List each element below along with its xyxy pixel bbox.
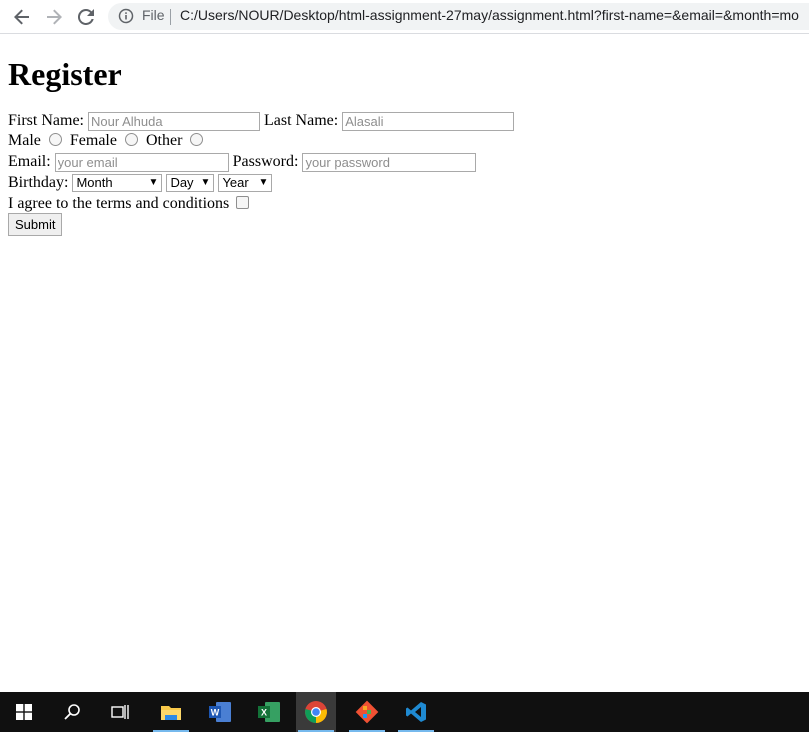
birthday-row: Birthday: Month ▼ Day ▼ Year ▼ (8, 173, 798, 193)
page-title: Register (8, 56, 122, 92)
address-separator (170, 9, 171, 25)
url-text[interactable]: C:/Users/NOUR/Desktop/html-assignment-27… (180, 7, 799, 23)
start-button[interactable] (4, 692, 44, 732)
scheme-label: File (142, 7, 165, 23)
first-name-input[interactable] (88, 111, 260, 131)
terms-row: I agree to the terms and conditions (8, 194, 798, 214)
address-bar[interactable]: File C:/Users/NOUR/Desktop/html-assignme… (108, 3, 809, 30)
back-button[interactable] (11, 6, 33, 28)
back-arrow-icon (14, 9, 29, 25)
windows-start-icon (16, 704, 32, 720)
day-dropdown-arrow-icon: ▼ (200, 177, 211, 188)
git-icon (355, 700, 379, 724)
task-view-icon (111, 705, 129, 719)
credentials-row: Email: Password: (8, 152, 798, 172)
terms-label: I agree to the terms and conditions (8, 195, 230, 212)
month-dropdown-arrow-icon: ▼ (148, 177, 159, 188)
month-select-value: Month (76, 175, 113, 190)
svg-text:W: W (211, 708, 220, 718)
forward-button[interactable] (43, 6, 65, 28)
email-label: Email: (8, 153, 51, 170)
gender-male-label: Male (8, 132, 41, 149)
search-icon (64, 704, 80, 720)
gender-other-label: Other (145, 132, 183, 149)
last-name-input[interactable] (342, 111, 515, 131)
vscode-button[interactable] (396, 692, 436, 732)
git-button[interactable] (347, 692, 387, 732)
gender-other-radio[interactable] (190, 132, 204, 146)
browser-toolbar: File C:/Users/NOUR/Desktop/html-assignme… (0, 0, 809, 34)
gender-female-label: Female (69, 132, 117, 149)
chrome-button[interactable] (296, 692, 336, 732)
email-input[interactable] (54, 152, 229, 172)
day-select[interactable]: Day ▼ (166, 174, 215, 192)
excel-button[interactable]: X (249, 692, 289, 732)
birthday-label: Birthday: (8, 174, 69, 191)
month-select[interactable]: Month ▼ (72, 174, 163, 192)
taskbar-search-button[interactable] (52, 692, 92, 732)
password-input[interactable] (302, 152, 477, 172)
year-dropdown-arrow-icon: ▼ (258, 177, 269, 188)
reload-button[interactable] (75, 6, 97, 28)
name-row: First Name: Last Name: (8, 111, 798, 131)
first-name-label: First Name: (8, 112, 84, 129)
last-name-label: Last Name: (264, 112, 339, 129)
forward-arrow-icon (47, 9, 62, 25)
day-select-value: Day (170, 175, 194, 190)
file-explorer-icon (161, 706, 181, 720)
gender-row: Male Female Other (8, 131, 798, 151)
word-button[interactable]: W (200, 692, 240, 732)
taskbar: W X (0, 692, 809, 732)
reload-icon (78, 9, 94, 25)
vscode-icon (406, 702, 426, 722)
submit-button[interactable]: Submit (8, 213, 63, 236)
file-explorer-button[interactable] (151, 692, 191, 732)
excel-icon: X (258, 702, 280, 722)
task-view-button[interactable] (100, 692, 140, 732)
year-select[interactable]: Year ▼ (218, 174, 273, 192)
page-content: Register First Name: Last Name: Male Fem… (8, 34, 798, 236)
chrome-icon (305, 701, 327, 723)
gender-male-radio[interactable] (48, 132, 62, 146)
word-icon: W (209, 702, 231, 722)
gender-female-radio[interactable] (124, 132, 138, 146)
password-label: Password: (232, 153, 299, 170)
submit-row: Submit (8, 213, 798, 236)
svg-text:X: X (261, 708, 267, 718)
info-icon[interactable] (118, 8, 134, 24)
terms-checkbox[interactable] (236, 195, 250, 209)
year-select-value: Year (222, 175, 249, 190)
